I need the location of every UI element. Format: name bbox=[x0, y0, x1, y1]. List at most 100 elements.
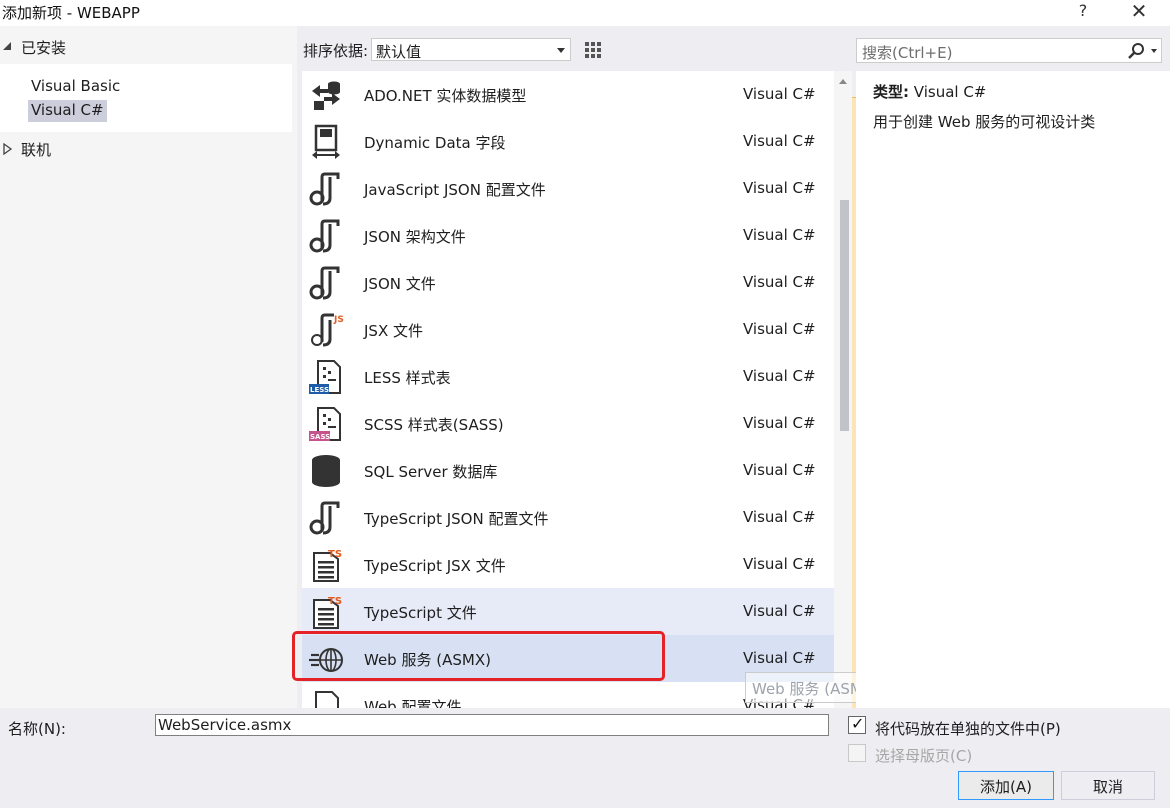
template-list-item[interactable]: JavaScript JSON 配置文件 Visual C# bbox=[302, 165, 834, 212]
template-language: Visual C# bbox=[743, 461, 816, 479]
template-list-item[interactable]: TypeScript JSON 配置文件 Visual C# bbox=[302, 494, 834, 541]
jsx-icon: JS bbox=[308, 312, 344, 348]
bottom-panel: 名称(N): WebService.asmx 将代码放在单独的文件中(P) 选择… bbox=[0, 708, 1170, 808]
json-icon bbox=[308, 265, 344, 301]
search-icon[interactable] bbox=[1127, 42, 1145, 60]
grid-view-button[interactable] bbox=[581, 38, 605, 62]
template-name: JSON 架构文件 bbox=[364, 228, 466, 246]
json-icon bbox=[308, 500, 344, 536]
separate-file-checkbox[interactable] bbox=[848, 714, 866, 734]
separate-file-label[interactable]: 将代码放在单独的文件中(P) bbox=[875, 718, 1061, 739]
vertical-scrollbar[interactable] bbox=[834, 71, 852, 708]
template-language: Visual C# bbox=[743, 273, 816, 291]
window-title: 添加新项 - WEBAPP bbox=[2, 4, 140, 22]
template-language: Visual C# bbox=[743, 226, 816, 244]
svg-text:LESS: LESS bbox=[310, 386, 329, 394]
grid-view-icon bbox=[585, 42, 601, 58]
title-bar: 添加新项 - WEBAPP ? ✕ bbox=[0, 0, 1170, 26]
template-tree-panel: 已安装 Visual Basic Visual C# 联机 bbox=[0, 26, 297, 708]
template-list-item[interactable]: JSON 文件 Visual C# bbox=[302, 259, 834, 306]
search-options-chevron-icon[interactable] bbox=[1151, 49, 1157, 53]
search-placeholder: 搜索(Ctrl+E) bbox=[862, 44, 953, 62]
type-line: 类型: Visual C# bbox=[873, 81, 986, 102]
template-list-item[interactable]: ADO.NET 实体数据模型 Visual C# bbox=[302, 71, 834, 118]
toolbar: 排序依据: 默认值 搜索(Ctrl+E) bbox=[297, 26, 1170, 734]
sort-dropdown[interactable]: 默认值 bbox=[371, 38, 571, 61]
type-label: 类型: bbox=[873, 83, 909, 101]
tree-item-visual-csharp[interactable]: Visual C# bbox=[28, 100, 107, 122]
template-list-item[interactable]: LESS LESS 样式表 Visual C# bbox=[302, 353, 834, 400]
template-list-item[interactable]: SASS SCSS 样式表(SASS) Visual C# bbox=[302, 400, 834, 447]
tree-node-online[interactable]: 联机 bbox=[0, 136, 297, 160]
tree-node-installed[interactable]: 已安装 bbox=[0, 34, 297, 58]
search-input[interactable]: 搜索(Ctrl+E) bbox=[856, 38, 1162, 63]
dynamic-data-icon bbox=[308, 124, 344, 160]
description-text: 用于创建 Web 服务的可视设计类 bbox=[873, 113, 1096, 131]
chevron-down-icon bbox=[557, 48, 565, 53]
svg-text:SASS: SASS bbox=[310, 433, 330, 441]
type-value: Visual C# bbox=[913, 83, 987, 101]
add-button[interactable]: 添加(A) bbox=[958, 771, 1054, 800]
template-list: ADO.NET 实体数据模型 Visual C# Dynamic Data 字段 Vi… bbox=[302, 71, 834, 708]
template-language: Visual C# bbox=[743, 367, 816, 385]
scroll-up-arrow-icon[interactable] bbox=[839, 79, 847, 84]
template-name: JSON 文件 bbox=[364, 275, 436, 293]
template-name: JSX 文件 bbox=[364, 322, 423, 340]
tree-label-online: 联机 bbox=[21, 141, 52, 159]
template-list-item[interactable]: Dynamic Data 字段 Visual C# bbox=[302, 118, 834, 165]
template-name: SCSS 样式表(SASS) bbox=[364, 416, 504, 434]
template-language: Visual C# bbox=[743, 649, 816, 667]
template-language: Visual C# bbox=[743, 555, 816, 573]
template-name: LESS 样式表 bbox=[364, 369, 451, 387]
expand-triangle-icon[interactable] bbox=[3, 143, 13, 155]
cancel-button[interactable]: 取消 bbox=[1061, 771, 1155, 800]
template-name: Dynamic Data 字段 bbox=[364, 134, 506, 152]
help-button[interactable]: ? bbox=[1075, 1, 1091, 20]
svg-text:TS: TS bbox=[328, 549, 342, 560]
template-list-item[interactable]: SQL Server 数据库 Visual C# bbox=[302, 447, 834, 494]
template-list-item[interactable]: TS TypeScript 文件 Visual C# bbox=[302, 588, 834, 635]
template-language: Visual C# bbox=[743, 602, 816, 620]
template-list-item[interactable]: JSON 架构文件 Visual C# bbox=[302, 212, 834, 259]
template-name: JavaScript JSON 配置文件 bbox=[364, 181, 546, 199]
close-button[interactable]: ✕ bbox=[1128, 0, 1150, 23]
template-name: ADO.NET 实体数据模型 bbox=[364, 87, 527, 105]
tree-item-visual-basic[interactable]: Visual Basic bbox=[28, 76, 123, 98]
tree-children: Visual Basic Visual C# bbox=[0, 64, 292, 132]
template-language: Visual C# bbox=[743, 132, 816, 150]
template-language: Visual C# bbox=[743, 414, 816, 432]
template-name: SQL Server 数据库 bbox=[364, 463, 498, 481]
template-language: Visual C# bbox=[743, 508, 816, 526]
sass-icon: SASS bbox=[308, 406, 344, 442]
template-language: Visual C# bbox=[743, 85, 816, 103]
template-language: Visual C# bbox=[743, 320, 816, 338]
sort-value: 默认值 bbox=[376, 43, 422, 61]
sort-label: 排序依据: bbox=[303, 42, 369, 60]
less-icon: LESS bbox=[308, 359, 344, 395]
template-name: TypeScript JSX 文件 bbox=[364, 557, 506, 575]
scrollbar-thumb[interactable] bbox=[840, 200, 849, 431]
ts-icon: TS bbox=[308, 594, 344, 630]
template-language: Visual C# bbox=[743, 179, 816, 197]
master-page-checkbox bbox=[848, 744, 866, 762]
file-icon bbox=[308, 688, 344, 708]
name-input[interactable]: WebService.asmx bbox=[155, 714, 829, 736]
tree-label-installed: 已安装 bbox=[21, 39, 67, 57]
template-name: TypeScript 文件 bbox=[364, 604, 477, 622]
ts-icon: TS bbox=[308, 547, 344, 583]
database-icon bbox=[308, 453, 344, 489]
svg-text:TS: TS bbox=[328, 596, 342, 607]
master-page-label: 选择母版页(C) bbox=[875, 747, 973, 765]
description-panel: 类型: Visual C# 用于创建 Web 服务的可视设计类 bbox=[856, 71, 1170, 708]
ado-icon bbox=[308, 77, 344, 113]
svg-text:JS: JS bbox=[333, 315, 344, 325]
name-label: 名称(N): bbox=[8, 720, 66, 738]
json-icon bbox=[308, 218, 344, 254]
template-list-item[interactable]: JS JSX 文件 Visual C# bbox=[302, 306, 834, 353]
annotation-highlight-box bbox=[292, 631, 665, 681]
collapse-triangle-icon[interactable] bbox=[2, 41, 12, 51]
template-name: Web 配置文件 bbox=[364, 698, 462, 708]
json-icon bbox=[308, 171, 344, 207]
template-name: TypeScript JSON 配置文件 bbox=[364, 510, 549, 528]
template-list-item[interactable]: TS TypeScript JSX 文件 Visual C# bbox=[302, 541, 834, 588]
